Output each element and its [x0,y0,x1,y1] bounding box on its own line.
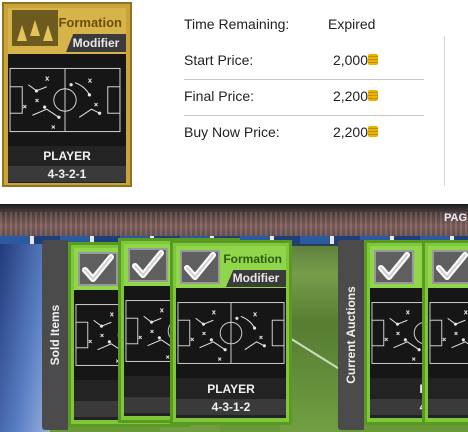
auction-item-card[interactable]: P 4 [422,240,468,425]
final-price-value: 2,200 [332,88,368,104]
checkmark-icon [78,252,118,286]
coin-icon [368,54,378,65]
sold-items-tab[interactable]: Sold Items [42,240,68,430]
auction-info-table: Time Remaining: Expired Start Price: 2,0… [184,8,424,152]
checkmark-icon [374,250,414,284]
formation-cones-icon [12,10,58,46]
current-auctions-tab[interactable]: Current Auctions [338,240,364,430]
card-player-label: PLAYER [207,382,255,396]
item-details-panel: Formation Modifier PLAYER 4-3-2-1 Time R… [0,0,468,190]
card-type-subtitle: Modifier [226,270,286,287]
selected-formation-card[interactable]: Formation Modifier PLAYER 4-3-2-1 [2,2,132,187]
tactics-board-image [176,288,286,378]
checkmark-icon [180,250,220,284]
sold-item-card[interactable]: Formation Modifier PLAYER 4-3-1-2 [170,240,292,425]
card-header: Formation Modifier [8,8,126,54]
buy-now-row: Buy Now Price: 2,200 [184,116,424,152]
page-label[interactable]: PAG [444,212,467,224]
final-price-row: Final Price: 2,200 [184,80,424,116]
card-player-label: PLAYER [43,149,91,163]
card-formation-value: 4-3-1-2 [176,399,286,415]
trade-pile-area: PAG Sold Items P 4 P 4 Format [0,204,468,432]
sold-items-label: Sold Items [48,304,62,366]
checkmark-icon [432,250,468,284]
time-remaining-value: Expired [328,16,376,32]
coin-icon [368,90,378,101]
time-remaining-row: Time Remaining: Expired [184,8,424,44]
card-header: Formation Modifier [176,246,286,288]
card-header [428,246,468,288]
buy-now-label: Buy Now Price: [184,124,280,140]
card-formation-value: 4-3-2-1 [8,166,126,182]
start-price-row: Start Price: 2,000 [184,44,424,80]
card-type-title: Formation [223,252,282,266]
coin-icon [368,126,378,137]
tactics-board-image [428,288,468,378]
final-price-label: Final Price: [184,88,255,104]
card-footer: PLAYER 4-3-1-2 [176,378,286,418]
start-price-label: Start Price: [184,52,254,68]
time-remaining-label: Time Remaining: [184,16,290,32]
card-footer: PLAYER 4-3-2-1 [8,146,126,183]
card-type-title: Formation [58,15,122,30]
buy-now-value: 2,200 [332,124,368,140]
current-auctions-label: Current Auctions [344,286,358,384]
panel-divider [444,36,445,186]
card-player-label: P [428,382,468,396]
tactics-board-image [8,54,126,146]
card-footer: P 4 [428,378,468,418]
start-price-value: 2,000 [332,52,368,68]
card-type-subtitle: Modifier [66,34,126,52]
card-formation-value: 4 [428,399,468,415]
checkmark-icon [128,248,168,282]
